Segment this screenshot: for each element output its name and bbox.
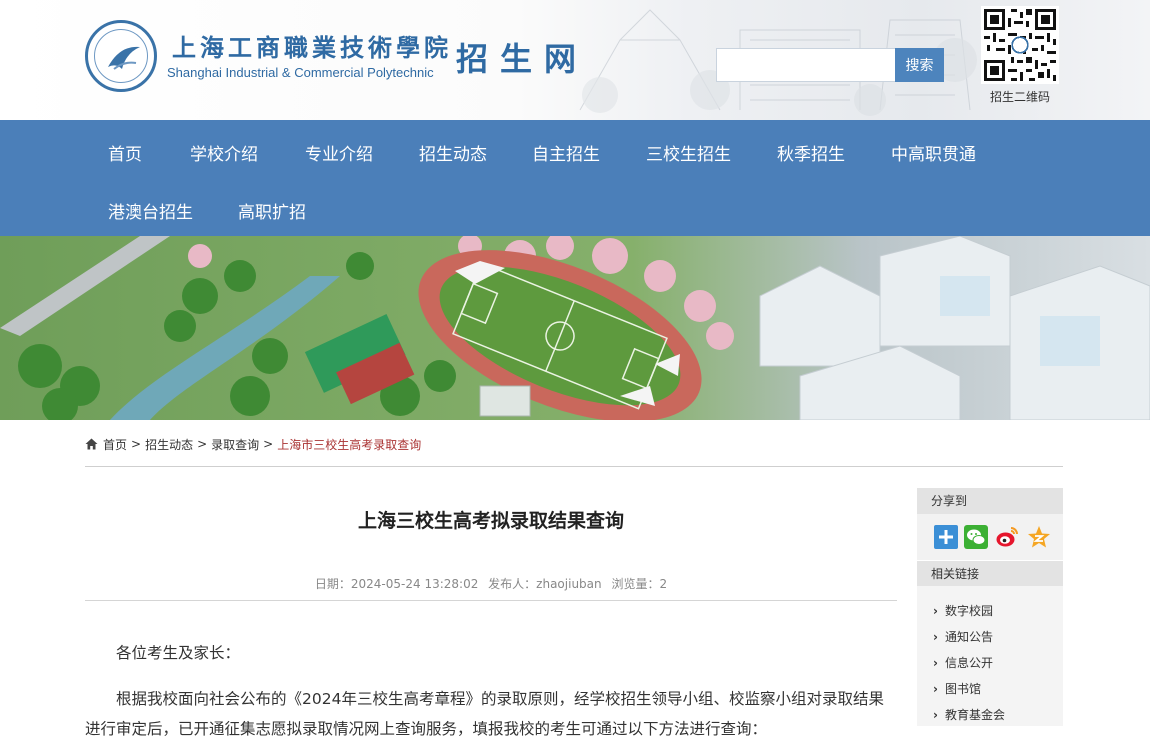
logo-bird-icon: [108, 46, 140, 70]
breadcrumb-separator: >: [197, 437, 208, 451]
weibo-icon[interactable]: [995, 525, 1019, 549]
breadcrumb-current[interactable]: 上海市三校生高考录取查询: [277, 436, 421, 453]
breadcrumb-news[interactable]: 招生动态: [145, 436, 193, 453]
nav-item-majors[interactable]: 专业介绍: [305, 140, 373, 165]
breadcrumb-separator: >: [263, 437, 274, 451]
link-info-disclosure[interactable]: 信息公开: [933, 654, 993, 671]
nav-item-independent[interactable]: 自主招生: [532, 140, 600, 165]
link-education-foundation[interactable]: 教育基金会: [933, 706, 1005, 723]
article-paragraph: 根据我校面向社会公布的《2024年三校生高考章程》的录取原则，经学校招生领导小组…: [85, 690, 884, 738]
article-greeting: 各位考生及家长：: [116, 644, 241, 662]
article-divider: [85, 600, 897, 601]
search-input[interactable]: [716, 48, 896, 82]
article-title: 上海三校生高考拟录取结果查询: [357, 510, 624, 532]
wechat-icon[interactable]: [964, 525, 988, 549]
related-links-panel: 数字校园 通知公告 信息公开 图书馆 教育基金会: [917, 586, 1063, 726]
nav-item-expansion[interactable]: 高职扩招: [238, 198, 306, 223]
qr-code: [981, 6, 1059, 84]
nav-item-home[interactable]: 首页: [108, 140, 142, 165]
search-button[interactable]: 搜索: [895, 48, 944, 82]
breadcrumb-admission-query[interactable]: 录取查询: [211, 436, 259, 453]
link-library[interactable]: 图书馆: [933, 680, 981, 697]
nav-item-through-train[interactable]: 中高职贯通: [891, 140, 976, 165]
link-digital-campus[interactable]: 数字校园: [933, 602, 993, 619]
breadcrumb: 首页 > 招生动态 > 录取查询 > 上海市三校生高考录取查询: [85, 436, 421, 452]
nav-item-about[interactable]: 学校介绍: [190, 140, 258, 165]
main-nav: 首页 学校介绍 专业介绍 招生动态 自主招生 三校生招生 秋季招生 中高职贯通 …: [0, 120, 1150, 236]
link-notices[interactable]: 通知公告: [933, 628, 993, 645]
qr-label: 招生二维码: [989, 90, 1050, 104]
breadcrumb-separator: >: [131, 437, 142, 451]
campus-banner-image: [0, 236, 1150, 420]
school-name-en: Shanghai Industrial & Commercial Polytec…: [167, 65, 434, 80]
article-author: 发布人：zhaojiuban: [488, 577, 602, 591]
share-more-icon[interactable]: [934, 525, 958, 549]
article-date: 日期：2024-05-24 13:28:02: [314, 577, 479, 591]
qzone-icon[interactable]: [1027, 525, 1051, 549]
share-panel: [917, 514, 1063, 560]
school-logo[interactable]: [85, 20, 157, 92]
article-meta: 日期：2024-05-24 13:28:02 发布人：zhaojiuban 浏览…: [85, 575, 897, 592]
nav-item-autumn[interactable]: 秋季招生: [777, 140, 845, 165]
breadcrumb-divider: [85, 466, 1063, 467]
nav-item-hk-macao-tw[interactable]: 港澳台招生: [108, 198, 193, 223]
nav-item-three-school[interactable]: 三校生招生: [646, 140, 731, 165]
school-name-cn: 上海工商職業技術學院: [172, 33, 452, 62]
site-header: 上海工商職業技術學院 Shanghai Industrial & Commerc…: [0, 0, 1150, 120]
site-name: 招生网: [456, 40, 589, 78]
breadcrumb-home[interactable]: 首页: [103, 436, 127, 453]
campus-aerial-illustration: [0, 236, 1150, 420]
article-views: 浏览量：2: [611, 577, 668, 591]
home-icon[interactable]: [85, 438, 98, 450]
links-title: 相关链接: [917, 561, 1063, 587]
nav-item-news[interactable]: 招生动态: [419, 140, 487, 165]
share-title: 分享到: [917, 488, 1063, 514]
